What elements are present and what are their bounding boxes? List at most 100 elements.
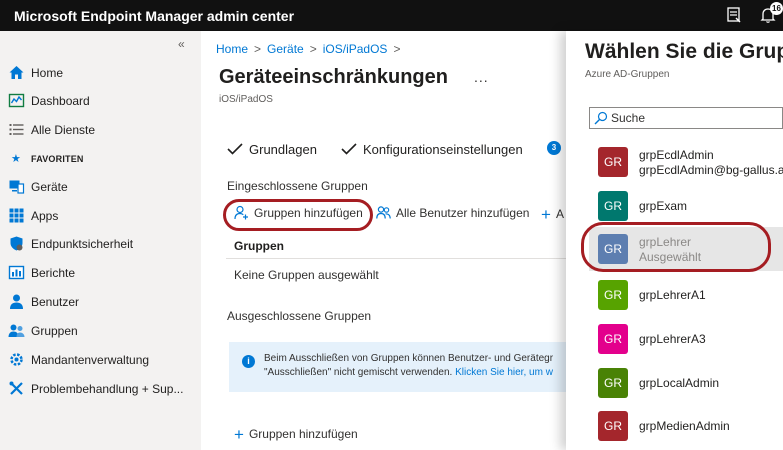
group-search-box[interactable] (589, 107, 783, 129)
plus-icon: + (541, 205, 551, 224)
info-line-2: "Ausschließen" nicht gemischt verwenden. (264, 367, 456, 378)
sidebar-item-label: Problembehandlung + Sup... (31, 382, 184, 396)
group-email: grpEcdlAdmin@bg-gallus.at (639, 163, 783, 177)
add-all-devices-button[interactable]: + A (541, 205, 564, 225)
no-groups-row: Keine Gruppen ausgewählt (234, 268, 379, 282)
info-line-1: Beim Ausschließen von Gruppen können Ben… (264, 353, 554, 364)
sidebar-item-reports[interactable]: Berichte (0, 260, 201, 286)
sidebar-item-endpoint-security[interactable]: Endpunktsicherheit (0, 231, 201, 257)
add-all-users-button[interactable]: Alle Benutzer hinzufügen (376, 205, 529, 220)
group-avatar: GR (598, 191, 628, 221)
shield-icon (10, 236, 23, 251)
breadcrumb-separator: > (393, 42, 401, 56)
sidebar-item-label: Berichte (31, 266, 76, 280)
breadcrumb-home[interactable]: Home (216, 42, 248, 56)
sidebar-item-label: Apps (31, 209, 59, 223)
breadcrumb-separator: > (309, 42, 317, 56)
select-groups-panel: Wählen Sie die Grupp Azure AD-Gruppen GR… (566, 31, 783, 450)
sidebar-item-users[interactable]: Benutzer (0, 289, 201, 315)
sidebar-item-apps[interactable]: Apps (0, 203, 201, 229)
collapse-sidebar-button[interactable]: « (178, 37, 185, 51)
breadcrumb: Home > Geräte > iOS/iPadOS > (216, 42, 406, 56)
more-options-button[interactable]: ... (474, 69, 489, 85)
sidebar-item-troubleshooting[interactable]: Problembehandlung + Sup... (0, 376, 201, 402)
group-name: grpLehrerA3 (639, 332, 706, 346)
step-configuration[interactable]: Konfigurationseinstellungen (341, 142, 523, 157)
info-banner: i Beim Ausschließen von Gruppen können B… (229, 342, 566, 392)
group-name: grpExam (639, 199, 688, 213)
star-icon: ★ (11, 153, 21, 165)
included-groups-heading: Eingeschlossene Gruppen (227, 179, 368, 193)
group-list-item[interactable]: GR grpLehrerA1 (589, 273, 783, 317)
devices-icon (9, 180, 25, 194)
panel-subtitle: Azure AD-Gruppen (585, 69, 670, 80)
search-input[interactable] (611, 110, 779, 126)
sidebar-item-groups[interactable]: Gruppen (0, 318, 201, 344)
breadcrumb-devices[interactable]: Geräte (267, 42, 304, 56)
top-bar: Microsoft Endpoint Manager admin center … (0, 0, 783, 31)
group-list-item[interactable]: GR grpEcdlAdmin grpEcdlAdmin@bg-gallus.a… (589, 140, 783, 184)
home-icon (9, 66, 24, 79)
group-list-item[interactable]: GR grpMedienAdmin (589, 404, 783, 448)
breadcrumb-ios[interactable]: iOS/iPadOS (323, 42, 388, 56)
group-name: grpLocalAdmin (639, 376, 720, 390)
highlight-annotation (581, 222, 771, 272)
groups-icon (8, 324, 25, 337)
group-name: grpEcdlAdmin (639, 148, 714, 162)
main-content: Home > Geräte > iOS/iPadOS > Geräteeinschränk… (201, 31, 566, 450)
group-avatar: GR (598, 324, 628, 354)
sidebar-item-home[interactable]: Home (0, 60, 201, 86)
group-list-item[interactable]: GR grpLehrerA3 (589, 317, 783, 361)
add-excluded-groups-label: Gruppen hinzufügen (248, 427, 358, 441)
info-link[interactable]: Klicken Sie hier, um w (455, 367, 553, 378)
search-icon (594, 111, 608, 125)
info-icon: i (242, 355, 255, 368)
troubleshoot-icon (9, 381, 23, 395)
add-all-users-label: Alle Benutzer hinzufügen (396, 206, 530, 220)
sidebar-item-label: Endpunktsicherheit (31, 237, 134, 251)
add-excluded-groups-button[interactable]: + Gruppen hinzufügen (234, 425, 358, 445)
page-subtitle: iOS/iPadOS (219, 94, 273, 105)
sidebar-item-label: Alle Dienste (31, 123, 96, 137)
groups-column-header: Gruppen (234, 239, 284, 253)
divider (226, 258, 566, 259)
sidebar-item-devices[interactable]: Geräte (0, 174, 201, 200)
notification-badge: 16 (770, 2, 783, 15)
breadcrumb-separator: > (254, 42, 262, 56)
sidebar-item-dashboard[interactable]: Dashboard (0, 88, 201, 114)
sidebar-item-label: Dashboard (31, 94, 90, 108)
group-name: grpMedienAdmin (639, 419, 730, 433)
app-title: Microsoft Endpoint Manager admin center (14, 8, 295, 24)
group-avatar: GR (598, 411, 628, 441)
add-all-devices-label: A (555, 207, 564, 221)
sidebar-item-label: Home (31, 66, 64, 80)
reports-icon (8, 265, 25, 280)
checkmark-icon (341, 143, 357, 155)
step-label: Konfigurationseinstellungen (363, 142, 523, 157)
sidebar-item-label: Benutzer (31, 295, 80, 309)
sidebar-item-all-services[interactable]: Alle Dienste (0, 117, 201, 143)
step-label: Grundlagen (249, 142, 317, 157)
info-text: Beim Ausschließen von Gruppen können Ben… (264, 352, 553, 380)
sidebar-item-label: Mandantenverwaltung (31, 353, 150, 367)
list-icon (9, 124, 24, 135)
user-icon (10, 294, 23, 309)
group-avatar: GR (598, 147, 628, 177)
step-basics[interactable]: Grundlagen (227, 142, 317, 157)
apps-grid-icon (9, 208, 24, 223)
current-step-number[interactable]: 3 (547, 141, 561, 155)
sidebar: « Home Dashboard Alle Dienste ★ FAVORITE… (0, 31, 201, 450)
excluded-groups-heading: Ausgeschlossene Gruppen (227, 309, 372, 323)
group-name: grpLehrerA1 (639, 288, 706, 302)
users-icon (376, 206, 391, 219)
group-list-item[interactable]: GR grpLocalAdmin (589, 361, 783, 405)
page-title: Geräteeinschränkungen (219, 66, 448, 88)
sidebar-item-label: Geräte (31, 180, 68, 194)
tenant-gear-icon (10, 353, 23, 366)
plus-icon: + (234, 425, 244, 444)
group-avatar: GR (598, 368, 628, 398)
sidebar-item-tenant-admin[interactable]: Mandantenverwaltung (0, 347, 201, 373)
sidebar-item-label: Gruppen (31, 324, 78, 338)
feedback-icon[interactable] (725, 6, 743, 24)
group-avatar: GR (598, 280, 628, 310)
